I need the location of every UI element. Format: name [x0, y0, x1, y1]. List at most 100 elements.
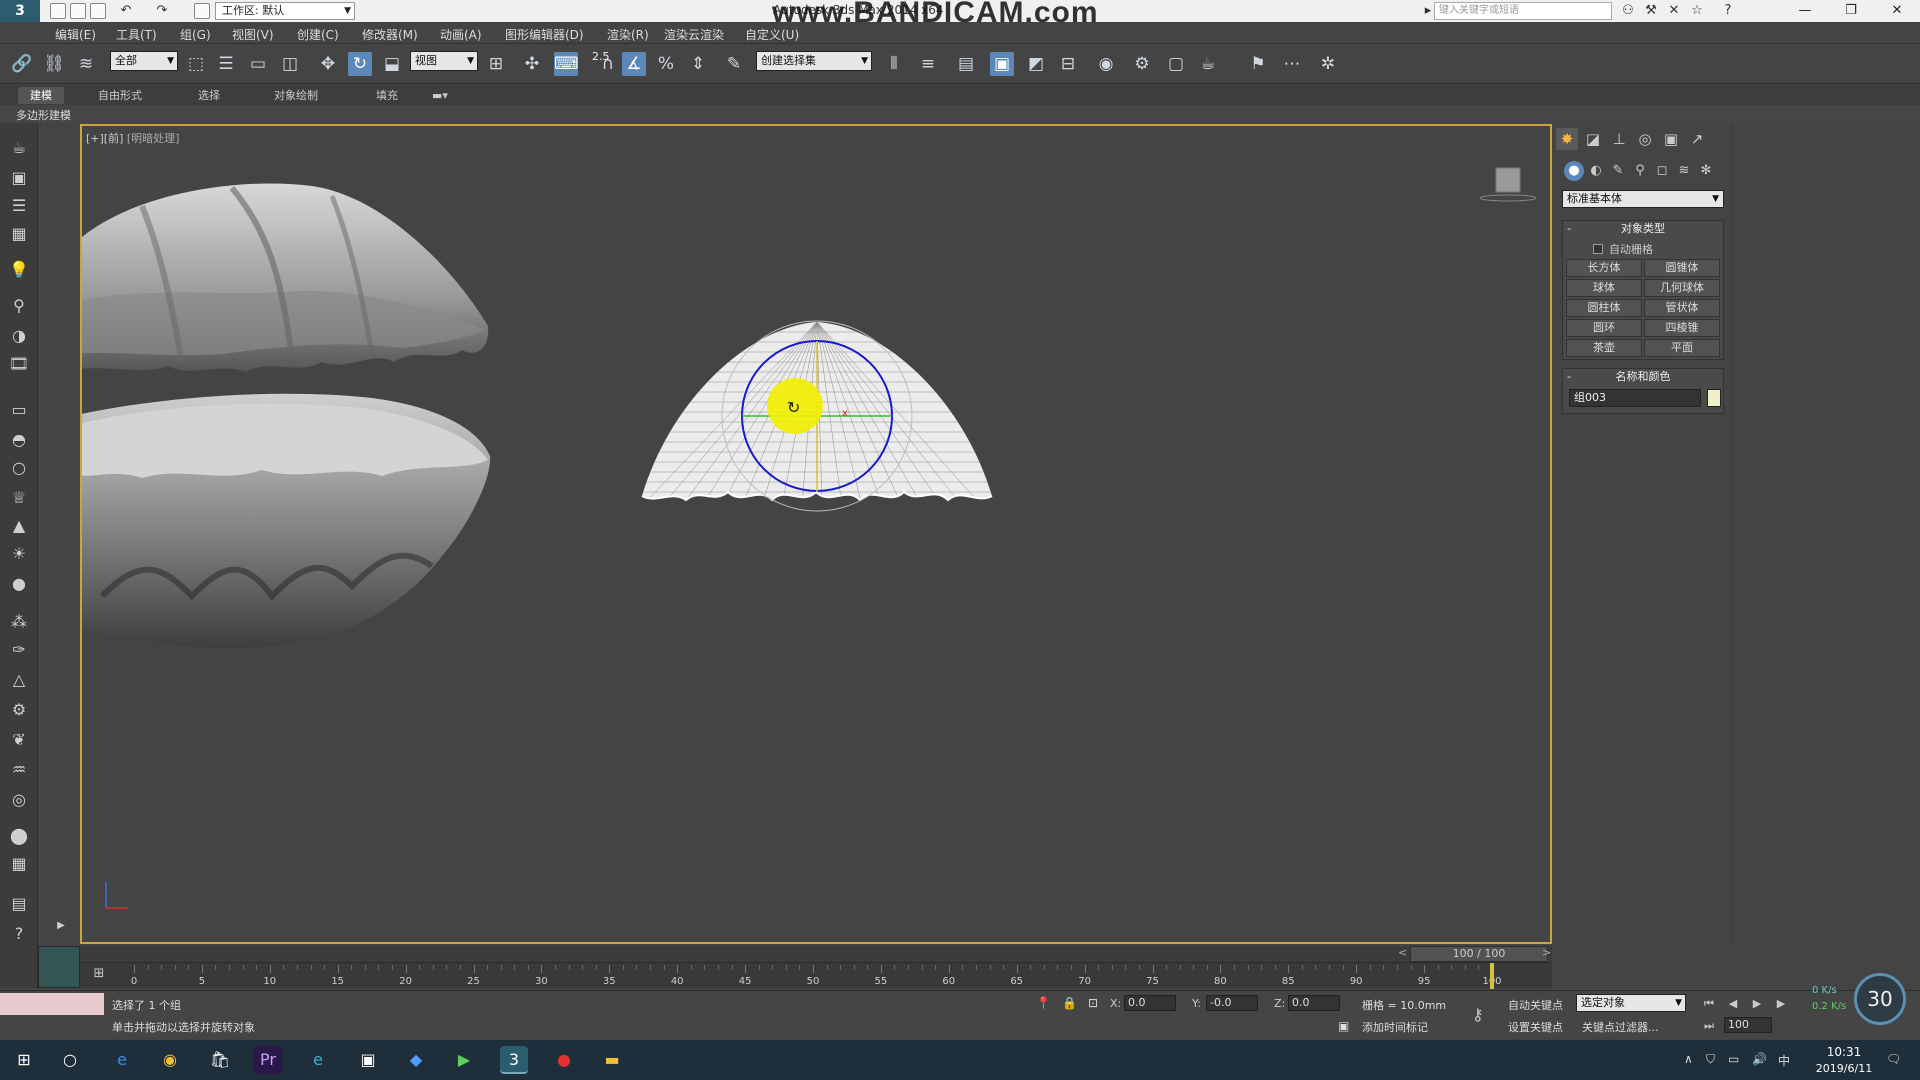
globe-icon[interactable]: ⬤: [8, 825, 30, 847]
plane-button[interactable]: 平面: [1644, 339, 1720, 357]
menu-tools[interactable]: 工具(T): [116, 26, 157, 43]
hierarchy-tab-icon[interactable]: ⊥: [1608, 128, 1630, 150]
add-time-tag[interactable]: 添加时间标记: [1362, 1019, 1428, 1035]
box-button[interactable]: 长方体: [1566, 259, 1642, 277]
align-icon[interactable]: ≡: [916, 52, 940, 76]
bind-spacewarp-icon[interactable]: ≋: [74, 52, 98, 76]
viewport-scene[interactable]: x ↻: [82, 126, 1550, 942]
y-coordinate-input[interactable]: -0.0: [1206, 995, 1258, 1011]
reference-coordinate-dropdown[interactable]: 视图 ▼: [410, 51, 478, 71]
keyboard-shortcut-override-icon[interactable]: ⌨: [554, 52, 579, 76]
dome-icon[interactable]: ◓: [8, 429, 30, 451]
object-color-swatch[interactable]: [1707, 389, 1721, 407]
helpers-icon[interactable]: ◻: [1652, 161, 1672, 181]
maxscript-listener[interactable]: [0, 993, 104, 1015]
unlink-icon[interactable]: ⛓: [42, 52, 66, 76]
security-shield-icon[interactable]: ⛉: [1706, 1052, 1715, 1067]
object-type-header[interactable]: - 对象类型: [1563, 221, 1723, 237]
link-icon[interactable]: 🔗: [10, 52, 34, 76]
tab-populate[interactable]: 填充: [364, 87, 410, 104]
select-rotate-icon[interactable]: ↻: [348, 52, 372, 76]
absolute-mode-icon[interactable]: ⊡: [1088, 996, 1098, 1010]
shapes-icon[interactable]: ◐: [1586, 161, 1606, 181]
key-selection-dropdown[interactable]: 选定对象 ▼: [1576, 994, 1686, 1012]
edge-browser-icon[interactable]: e: [108, 1046, 136, 1074]
ribbon-options-icon[interactable]: ▬▾: [420, 87, 460, 104]
tab-freeform[interactable]: 自由形式: [86, 87, 154, 104]
app-diamond-icon[interactable]: ◆: [402, 1046, 430, 1074]
time-cursor[interactable]: [1490, 963, 1494, 989]
graphite-toolbar-icon[interactable]: ▣: [990, 52, 1014, 76]
time-slider-handle[interactable]: 100 / 100: [1410, 946, 1548, 962]
primitive-category-dropdown[interactable]: 标准基本体 ▼: [1562, 190, 1724, 208]
gold-sphere-icon[interactable]: ●: [8, 573, 30, 595]
key-filters-button[interactable]: 关键点过滤器...: [1582, 1019, 1659, 1035]
open-file-icon[interactable]: [70, 3, 86, 19]
viewcube-icon[interactable]: [1478, 164, 1537, 202]
menu-edit[interactable]: 编辑(E): [55, 26, 96, 43]
help-icon[interactable]: ?: [8, 923, 30, 945]
film-icon[interactable]: 🎞: [8, 353, 30, 375]
edit-named-selection-icon[interactable]: ✎: [722, 52, 746, 76]
mini-curve-editor-toggle[interactable]: [38, 946, 80, 988]
ie-browser-icon[interactable]: e: [304, 1046, 332, 1074]
bandicam-icon[interactable]: ●: [550, 1046, 578, 1074]
shell-top-model[interactable]: [82, 183, 489, 373]
exchange-icon[interactable]: ✕: [1666, 3, 1682, 19]
menu-cloud-render[interactable]: 渲染云渲染: [664, 26, 724, 43]
selection-filter-dropdown[interactable]: 全部 ▼: [110, 51, 178, 71]
binoculars-icon[interactable]: ⚇: [1620, 3, 1636, 19]
select-scale-icon[interactable]: ⬓: [380, 52, 404, 76]
display-tab-icon[interactable]: ▣: [1660, 128, 1682, 150]
project-folder-icon[interactable]: [194, 3, 210, 19]
modify-tab-icon[interactable]: ◪: [1582, 128, 1604, 150]
render-setup-icon[interactable]: ⚙: [1130, 52, 1154, 76]
lights-icon[interactable]: ✎: [1608, 161, 1628, 181]
clock-time[interactable]: 10:31: [1812, 1045, 1876, 1059]
time-slider[interactable]: < 100 / 100 >: [80, 946, 1552, 962]
layer-manager-icon[interactable]: ▤: [954, 52, 978, 76]
grid-icon[interactable]: ▦: [8, 853, 30, 875]
leaf-icon[interactable]: ❦: [8, 729, 30, 751]
pattern-icon[interactable]: ⁂: [8, 611, 30, 633]
network-icon[interactable]: ▭: [1728, 1052, 1739, 1066]
shell-bottom-model[interactable]: [82, 393, 491, 649]
menu-views[interactable]: 视图(V): [232, 26, 274, 43]
file-explorer-icon[interactable]: ▬: [598, 1046, 626, 1074]
rendered-frame-window-icon[interactable]: ▢: [1164, 52, 1188, 76]
menu-animation[interactable]: 动画(A): [440, 26, 482, 43]
custom-script-icon[interactable]: ⚑: [1246, 52, 1270, 76]
motion-tab-icon[interactable]: ◎: [1634, 128, 1656, 150]
menu-modifiers[interactable]: 修改器(M): [362, 26, 418, 43]
chrome-browser-icon[interactable]: ◉: [156, 1046, 184, 1074]
tab-selection[interactable]: 选择: [186, 87, 232, 104]
windows-start-icon[interactable]: ⊞: [10, 1046, 38, 1074]
star-icon[interactable]: ☆: [1689, 3, 1705, 19]
cone-icon[interactable]: ▲: [8, 515, 30, 537]
viewport-icon[interactable]: ▣: [8, 167, 30, 189]
cameras-icon[interactable]: ⚲: [1630, 161, 1650, 181]
camera-icon[interactable]: ⚲: [8, 295, 30, 317]
track-bar[interactable]: 0510152025303540455055606570758085909510…: [80, 962, 1552, 989]
manipulate-icon[interactable]: ✣: [520, 52, 544, 76]
3dsmax-taskbar-icon[interactable]: 3: [500, 1046, 528, 1074]
mirror-icon[interactable]: ⫴: [882, 52, 906, 76]
auto-key-button[interactable]: 自动关键点: [1508, 997, 1563, 1013]
trackbar-filter-icon[interactable]: ⊞: [90, 966, 108, 984]
expand-arrow-icon[interactable]: ▶: [50, 915, 72, 937]
isolate-icon[interactable]: 📍: [1036, 996, 1051, 1010]
layers-icon[interactable]: ▤: [8, 893, 30, 915]
current-frame-input[interactable]: 100: [1724, 1017, 1772, 1033]
tray-expand-icon[interactable]: ∧: [1684, 1052, 1693, 1066]
x-coordinate-input[interactable]: 0.0: [1124, 995, 1176, 1011]
select-move-icon[interactable]: ✥: [316, 52, 340, 76]
polygon-modeling-label[interactable]: 多边形建模: [16, 107, 71, 123]
spinner-snap-icon[interactable]: ⇕: [686, 52, 710, 76]
time-tag-icon[interactable]: ▣: [1338, 1019, 1349, 1033]
minimize-button[interactable]: —: [1782, 0, 1828, 22]
tab-modeling[interactable]: 建模: [18, 87, 64, 104]
custom-particle-icon[interactable]: ✲: [1316, 52, 1340, 76]
create-tab-icon[interactable]: ✸: [1556, 128, 1578, 150]
redo-icon[interactable]: ↷: [154, 3, 170, 19]
list-icon[interactable]: ☰: [8, 195, 30, 217]
